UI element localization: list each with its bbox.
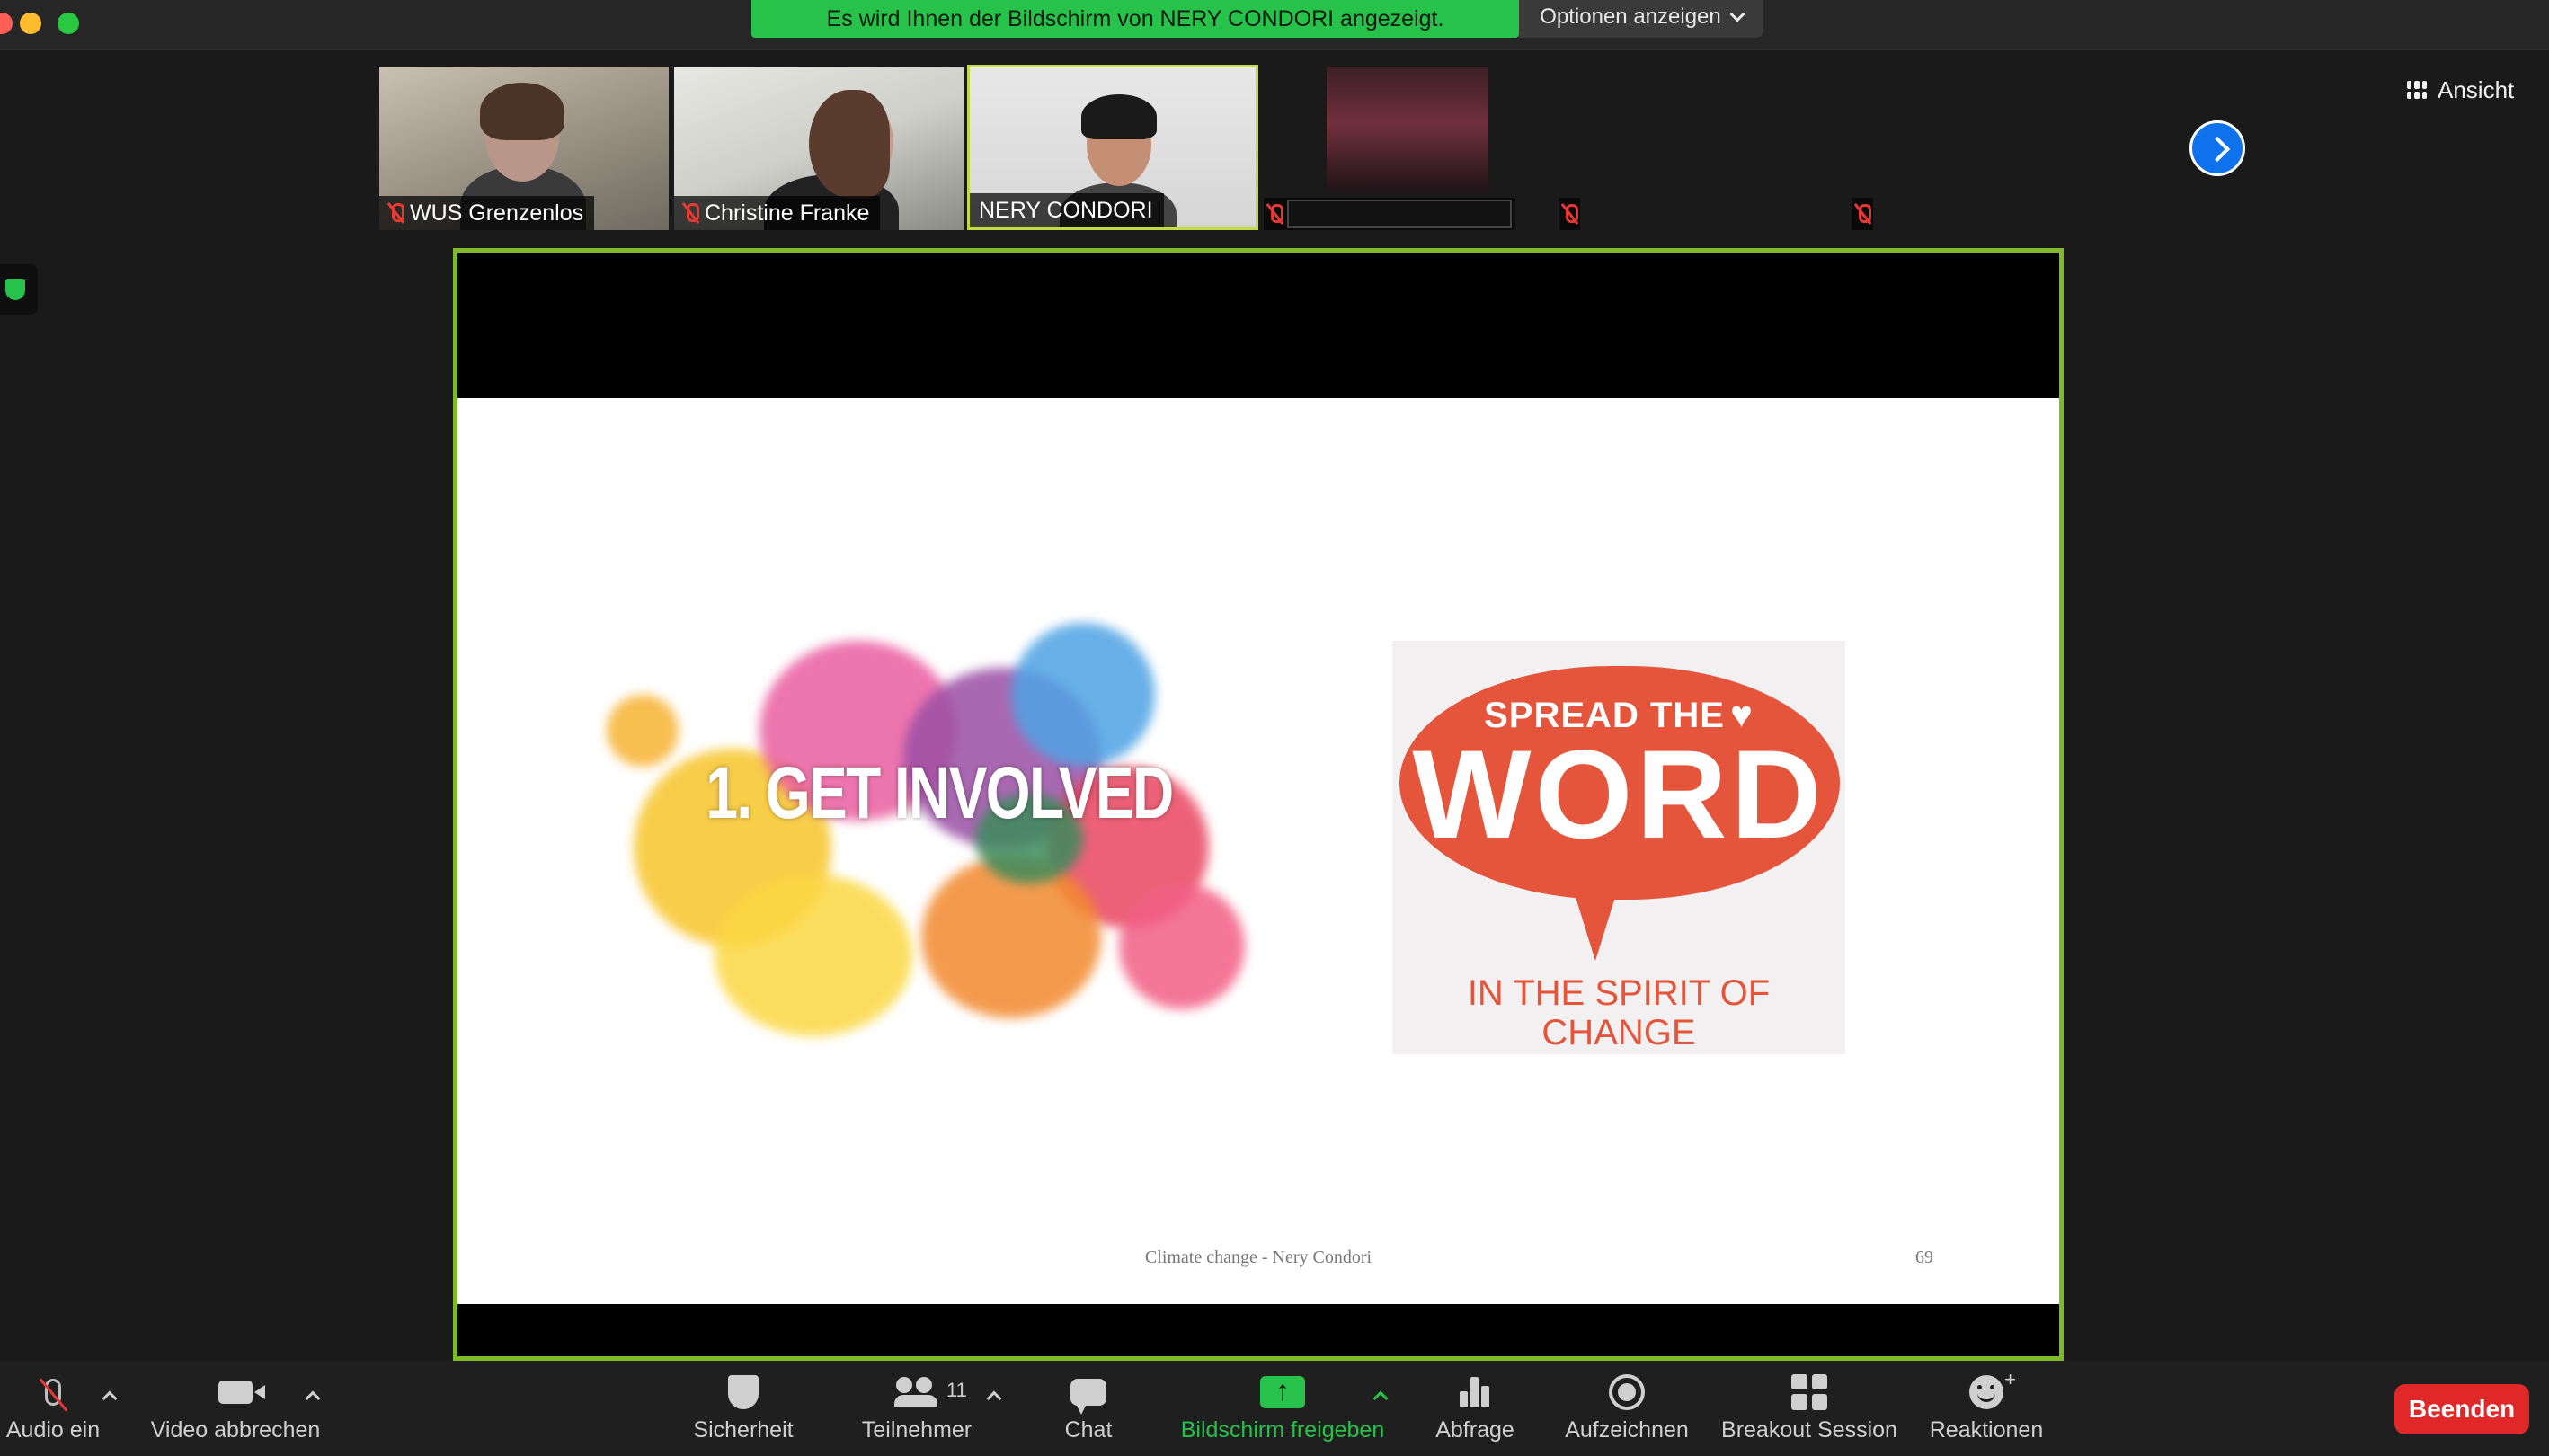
participant-name: NERY CONDORI <box>979 197 1153 223</box>
chevron-down-icon <box>1729 6 1745 22</box>
participant-name: WUS Grenzenlos <box>410 200 584 226</box>
breakout-session-button[interactable]: Breakout Session <box>1717 1361 1902 1456</box>
view-options-dropdown[interactable]: Optionen anzeigen <box>1519 0 1763 38</box>
meeting-toolbar: Audio ein Video abbrechen Sicherheit 11 … <box>0 1361 2549 1456</box>
security-button[interactable]: Sicherheit <box>685 1361 802 1456</box>
video-button[interactable]: Video abbrechen <box>146 1361 325 1456</box>
end-meeting-button[interactable]: Beenden <box>2394 1384 2529 1434</box>
spirit-of-change-text: IN THE SPIRIT OF CHANGE <box>1467 973 1771 1052</box>
participant-name-tag: NERY CONDORI <box>970 193 1164 227</box>
audio-label: Audio ein <box>5 1416 101 1443</box>
reactions-button[interactable]: + Reaktionen <box>1923 1361 2049 1456</box>
share-screen-icon <box>1260 1374 1305 1408</box>
participant-video-tile-active[interactable]: NERY CONDORI <box>967 65 1258 230</box>
video-label: Video abbrechen <box>150 1416 321 1443</box>
poll-button[interactable]: Abfrage <box>1425 1361 1524 1456</box>
participant-video-tile[interactable] <box>1327 67 1488 192</box>
get-involved-graphic: 1. GET INVOLVED <box>580 587 1299 1090</box>
chat-icon <box>1070 1378 1106 1415</box>
record-button[interactable]: Aufzeichnen <box>1560 1361 1693 1456</box>
share-screen-button[interactable]: Bildschirm freigeben <box>1174 1361 1391 1456</box>
shared-screen: 1. GET INVOLVED SPREAD THE ♥ WORD IN THE … <box>453 248 2064 1361</box>
mic-muted-icon <box>1562 203 1578 225</box>
audio-button[interactable]: Audio ein <box>4 1361 102 1456</box>
participant-name-tag <box>1264 198 1515 230</box>
share-screen-label: Bildschirm freigeben <box>1180 1416 1385 1443</box>
gallery-icon <box>2407 81 2427 99</box>
breakout-icon <box>1791 1373 1827 1410</box>
mic-muted-icon <box>683 202 699 224</box>
participants-label: Teilnehmer <box>861 1416 973 1443</box>
participant-video-tile[interactable]: Christine Franke <box>674 67 964 230</box>
speech-bubble-tail <box>1570 880 1621 961</box>
participant-name: Christine Franke <box>705 200 870 226</box>
participant-name-tag <box>1852 198 1873 230</box>
participant-name-tag: WUS Grenzenlos <box>379 196 595 230</box>
spread-the-word-graphic: SPREAD THE ♥ WORD IN THE SPIRIT OF CHANGE <box>1392 641 1845 1054</box>
audio-options-caret[interactable] <box>102 1390 118 1407</box>
record-icon <box>1609 1373 1645 1410</box>
participant-count: 11 <box>946 1378 967 1401</box>
poll-icon <box>1460 1376 1490 1407</box>
security-label: Sicherheit <box>693 1416 794 1443</box>
participants-button[interactable]: 11 Teilnehmer <box>856 1361 978 1456</box>
record-label: Aufzeichnen <box>1565 1416 1689 1443</box>
participant-video-tile[interactable]: WUS Grenzenlos <box>379 67 669 230</box>
slide-page-number: 69 <box>1915 1247 1933 1267</box>
breakout-label: Breakout Session <box>1721 1416 1897 1443</box>
view-label: Ansicht <box>2438 75 2515 103</box>
microphone-muted-icon <box>45 1378 61 1406</box>
reactions-label: Reaktionen <box>1929 1416 2044 1443</box>
encryption-shield-icon[interactable] <box>0 264 38 315</box>
add-icon: + <box>2004 1367 2016 1390</box>
close-window-button[interactable] <box>0 13 13 34</box>
participants-options-caret[interactable] <box>986 1390 1002 1407</box>
view-options-label: Optionen anzeigen <box>1540 4 1721 29</box>
chat-label: Chat <box>1064 1416 1113 1443</box>
view-button[interactable]: Ansicht <box>2407 74 2514 106</box>
next-page-button[interactable] <box>2189 120 2245 176</box>
shield-icon <box>728 1374 759 1409</box>
mic-muted-icon <box>1267 203 1283 225</box>
poll-label: Abfrage <box>1435 1416 1514 1443</box>
maximize-window-button[interactable] <box>58 13 79 34</box>
minimize-window-button[interactable] <box>20 13 41 34</box>
reaction-smiley-icon: + <box>1969 1368 2016 1409</box>
participant-name-tag <box>1559 198 1580 230</box>
mic-muted-icon <box>1855 203 1871 225</box>
screen-share-banner: Es wird Ihnen der Bildschirm von NERY CO… <box>751 0 1519 38</box>
presentation-slide: 1. GET INVOLVED SPREAD THE ♥ WORD IN THE … <box>457 398 2059 1304</box>
mic-muted-icon <box>388 202 404 224</box>
get-involved-text: 1. GET INVOLVED <box>706 752 1174 834</box>
participant-name-placeholder <box>1287 200 1512 228</box>
slide-footer: Climate change - Nery Condori <box>1144 1247 1372 1267</box>
participant-name-tag: Christine Franke <box>674 196 881 230</box>
participants-icon: 11 <box>894 1376 967 1407</box>
word-text: WORD <box>1412 724 1825 865</box>
chat-button[interactable]: Chat <box>1048 1361 1129 1456</box>
camera-icon <box>218 1380 265 1404</box>
